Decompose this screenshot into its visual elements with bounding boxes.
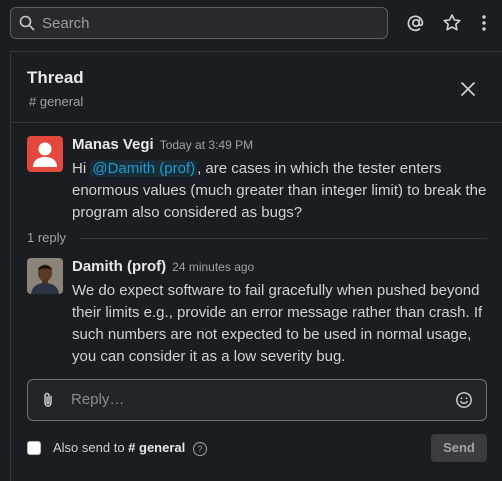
at-icon[interactable] xyxy=(406,13,426,33)
divider xyxy=(79,238,487,239)
also-send-channel: # general xyxy=(128,440,186,455)
also-send-label: Also send to xyxy=(53,440,125,455)
message-author[interactable]: Damith (prof) xyxy=(72,258,166,275)
paperclip-icon[interactable] xyxy=(39,391,57,409)
search-placeholder: Search xyxy=(42,15,90,32)
more-vertical-icon[interactable] xyxy=(474,13,494,33)
message-time[interactable]: Today at 3:49 PM xyxy=(160,138,253,152)
search-input[interactable]: Search xyxy=(10,7,388,39)
emoji-icon[interactable] xyxy=(455,391,473,409)
avatar[interactable] xyxy=(27,258,63,294)
thread-header: Thread # general xyxy=(11,52,502,123)
also-send-row: Also send to # general ? Send xyxy=(27,434,487,462)
close-icon[interactable] xyxy=(460,81,476,97)
send-button[interactable]: Send xyxy=(431,434,487,462)
reply-count: 1 reply xyxy=(27,230,67,245)
user-photo-icon xyxy=(27,258,63,294)
message-time[interactable]: 24 minutes ago xyxy=(172,260,254,274)
user-mention[interactable]: @Damith (prof) xyxy=(90,160,198,177)
star-icon[interactable] xyxy=(442,13,462,33)
message-body: Hi @Damith (prof), are cases in which th… xyxy=(72,158,487,224)
message-author[interactable]: Manas Vegi xyxy=(72,136,154,153)
thread-panel: Thread # general Manas Vegi Today at 3:49… xyxy=(10,51,502,481)
avatar[interactable] xyxy=(27,136,63,172)
reply-input[interactable]: Reply… xyxy=(71,391,124,408)
also-send-checkbox[interactable] xyxy=(27,441,41,455)
thread-title: Thread xyxy=(27,68,84,87)
default-avatar-icon xyxy=(33,142,57,167)
help-icon[interactable]: ? xyxy=(192,441,207,456)
top-bar: Search xyxy=(0,0,502,50)
search-icon xyxy=(19,15,35,31)
reply-composer[interactable]: Reply… xyxy=(27,379,487,421)
thread-channel[interactable]: # general xyxy=(29,94,83,109)
message-body: We do expect software to fail gracefully… xyxy=(72,282,483,365)
message-text: Hi xyxy=(72,160,91,177)
